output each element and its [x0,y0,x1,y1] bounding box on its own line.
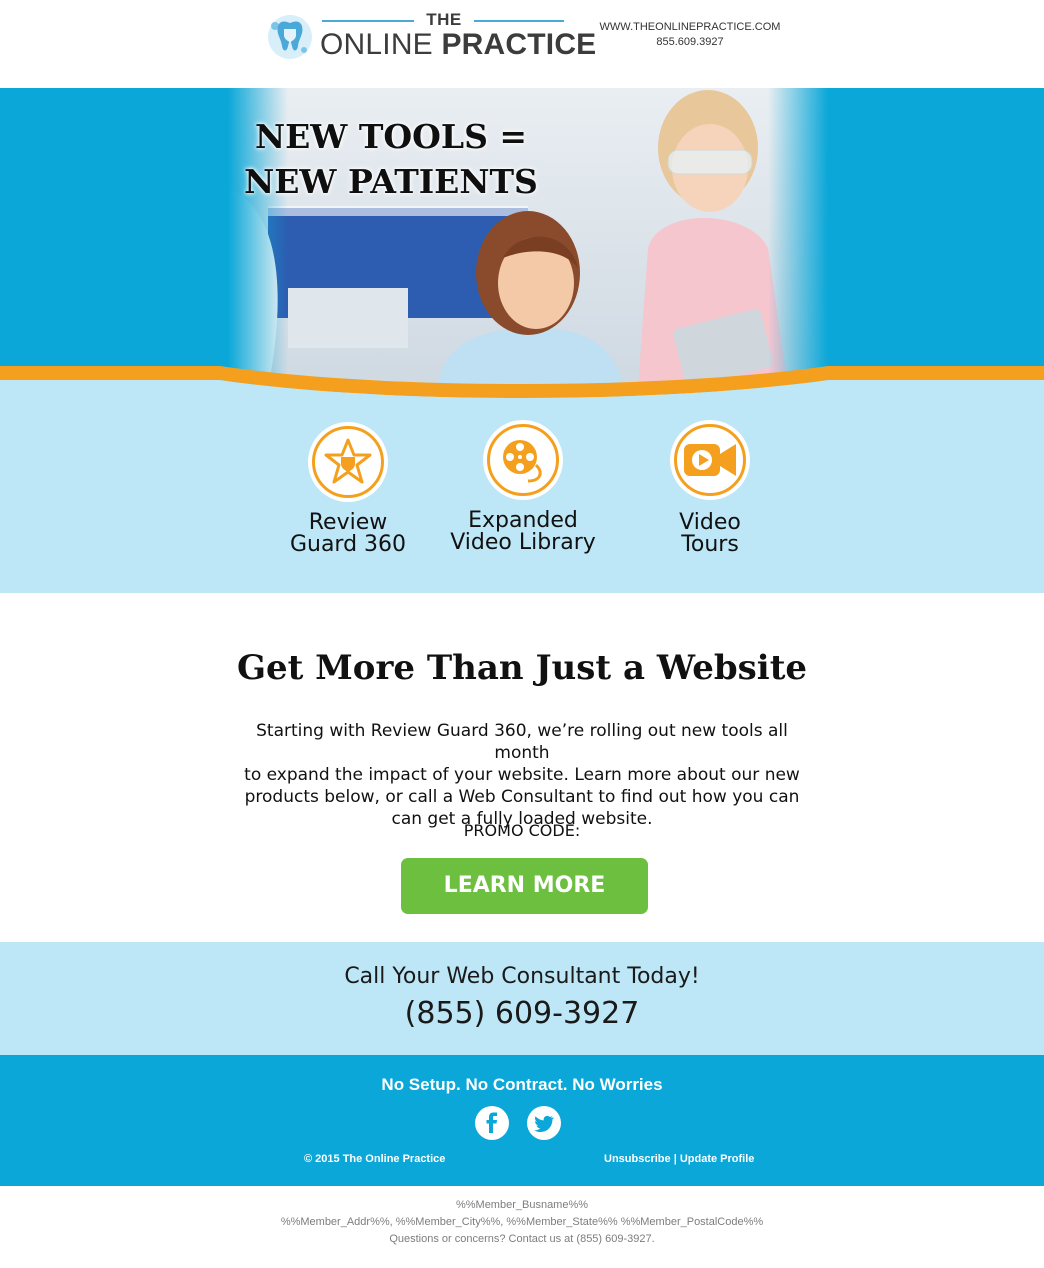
feature-label: Video Tours [620,512,800,556]
unsubscribe-link[interactable]: Unsubscribe [604,1153,671,1165]
orange-wave-divider [0,366,1044,400]
section-headline: Get More Than Just a Website [236,648,808,688]
feature-label: Review Guard 360 [258,512,438,556]
member-address: %%Member_Addr%%, %%Member_City%%, %%Memb… [280,1216,764,1228]
contact-note: Questions or concerns? Contact us at (85… [389,1233,655,1245]
link-separator: | [673,1153,677,1165]
hero-headline-line1: NEW TOOLS = [254,117,528,156]
body-copy: Starting with Review Guard 360, we’re ro… [232,720,812,830]
tooth-logo-icon [266,12,314,62]
hero-headline-line2: NEW PATIENTS [244,162,538,201]
update-profile-link[interactable]: Update Profile [680,1153,755,1165]
logo-wordmark: ONLINE PRACTICE [320,28,596,62]
header-phone[interactable]: 855.609.3927 [590,35,790,50]
feature-label-line1: Expanded [468,508,578,533]
fine-print: %%Member_Busname%% %%Member_Addr%%, %%Me… [0,1197,1044,1248]
twitter-icon[interactable] [527,1106,561,1140]
video-camera-icon [670,420,750,500]
footer-tagline: No Setup. No Contract. No Worries [381,1075,663,1094]
call-to-action-text: Call Your Web Consultant Today! [344,964,700,989]
body-line: Starting with Review Guard 360, we’re ro… [256,721,788,763]
feature-label-line2: Tours [681,532,739,557]
body-line: to expand the impact of your website. Le… [244,765,800,785]
feature-label: Expanded Video Library [433,510,613,554]
hero-headline: NEW TOOLS = NEW PATIENTS [236,114,546,204]
body-line: products below, or call a Web Consultant… [244,787,800,807]
star-shield-icon [308,422,388,502]
feature-label-line1: Video [679,510,741,535]
feature-label-line2: Guard 360 [289,532,407,557]
feature-label-line2: Video Library [450,530,596,555]
logo[interactable]: THE ONLINE PRACTICE [266,10,596,66]
feature-review-guard[interactable]: Review Guard 360 [258,422,438,556]
header-contact: WWW.THEONLINEPRACTICE.COM 855.609.3927 [590,20,790,50]
promo-code-label: PROMO CODE: [463,821,581,840]
feature-video-tours[interactable]: Video Tours [620,420,800,556]
footer-links: Unsubscribe | Update Profile [604,1153,754,1165]
feature-label-line1: Review [308,510,388,535]
consultant-phone[interactable]: (855) 609-3927 [0,996,1044,1031]
member-business-name: %%Member_Busname%% [455,1199,589,1211]
logo-the: THE [426,10,462,29]
learn-more-button[interactable]: LEARN MORE [401,858,648,914]
logo-rule-left [322,20,414,22]
website-link[interactable]: WWW.THEONLINEPRACTICE.COM [590,20,790,35]
facebook-icon[interactable] [475,1106,509,1140]
logo-word-practice: PRACTICE [441,28,597,61]
logo-rule-right [474,20,564,22]
copyright-text: © 2015 The Online Practice [304,1153,446,1165]
logo-word-online: ONLINE [320,28,433,61]
film-reel-icon [483,420,563,500]
feature-video-library[interactable]: Expanded Video Library [433,420,613,554]
